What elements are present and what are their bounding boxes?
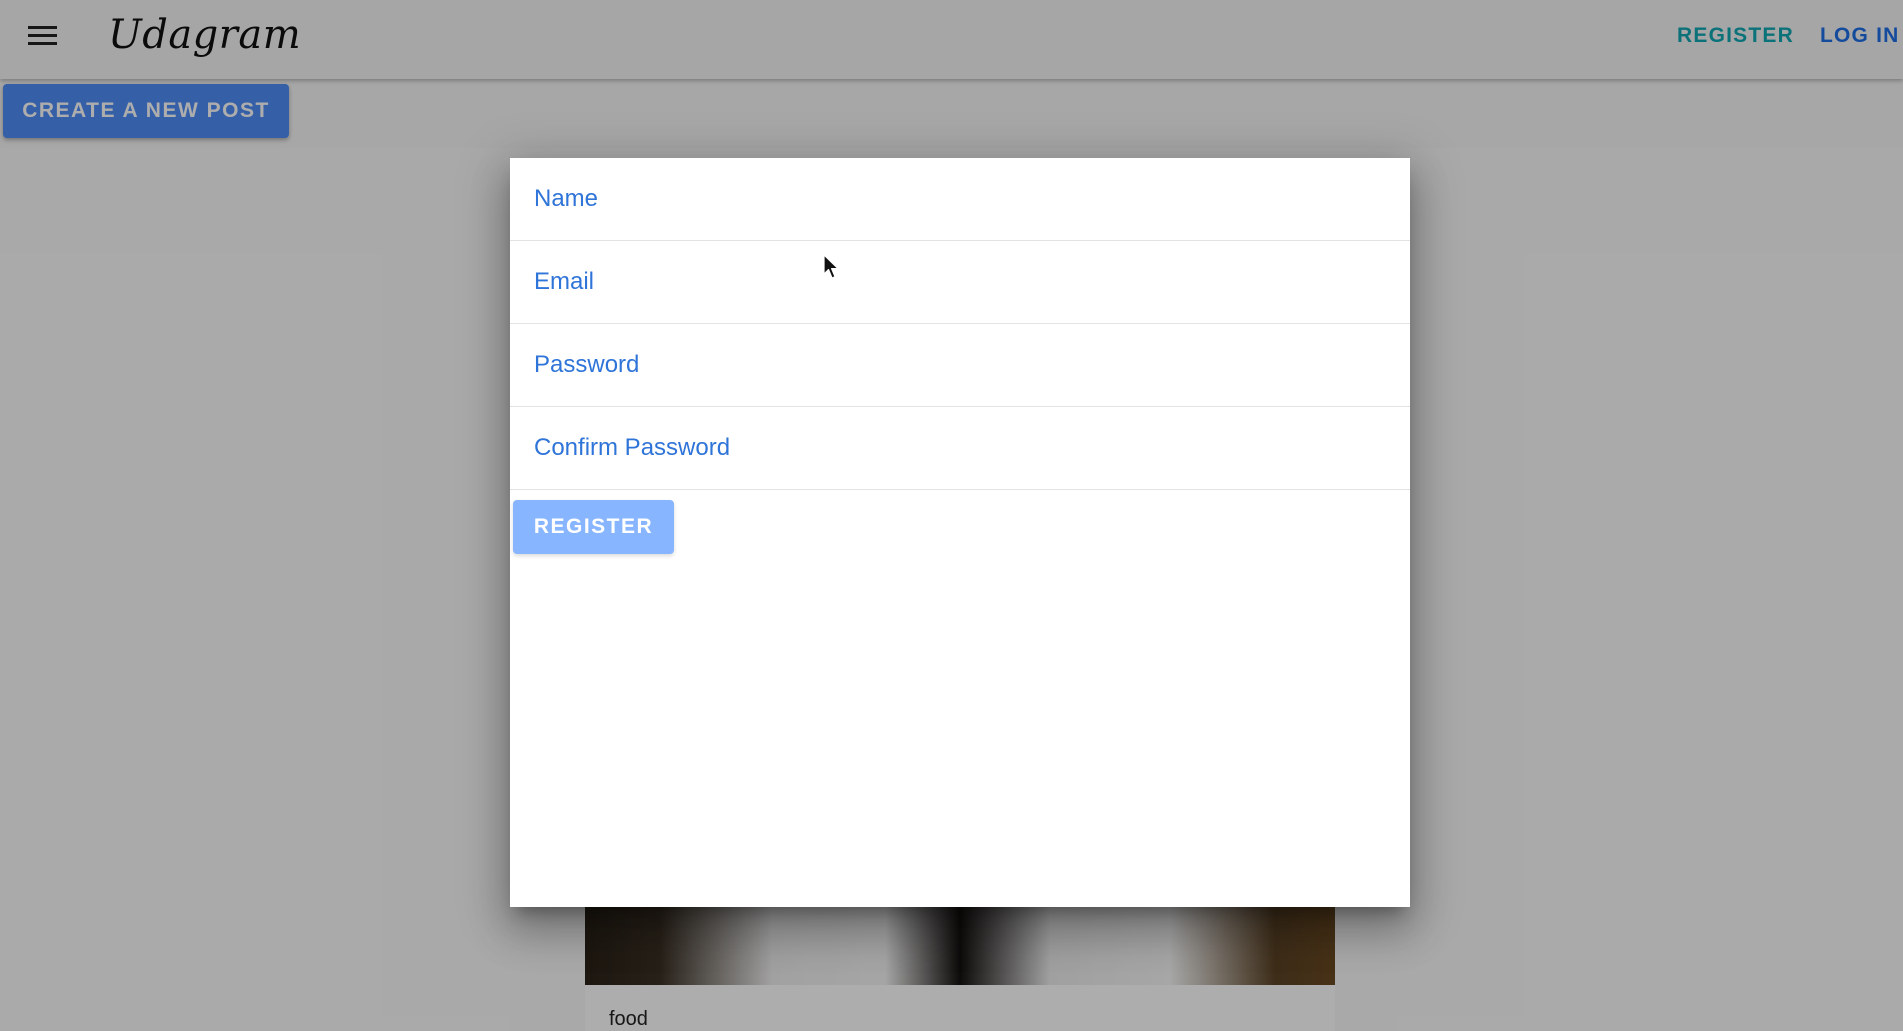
name-input[interactable] (510, 158, 1410, 240)
email-field-container (510, 241, 1410, 324)
password-field-container (510, 324, 1410, 407)
email-input[interactable] (510, 241, 1410, 323)
mouse-pointer-icon (823, 254, 839, 279)
register-dialog: REGISTER (510, 158, 1410, 907)
name-field-container (510, 158, 1410, 241)
confirm-password-input[interactable] (510, 407, 1410, 489)
confirm-password-field-container (510, 407, 1410, 490)
password-input[interactable] (510, 324, 1410, 406)
register-submit-button[interactable]: REGISTER (513, 500, 674, 554)
